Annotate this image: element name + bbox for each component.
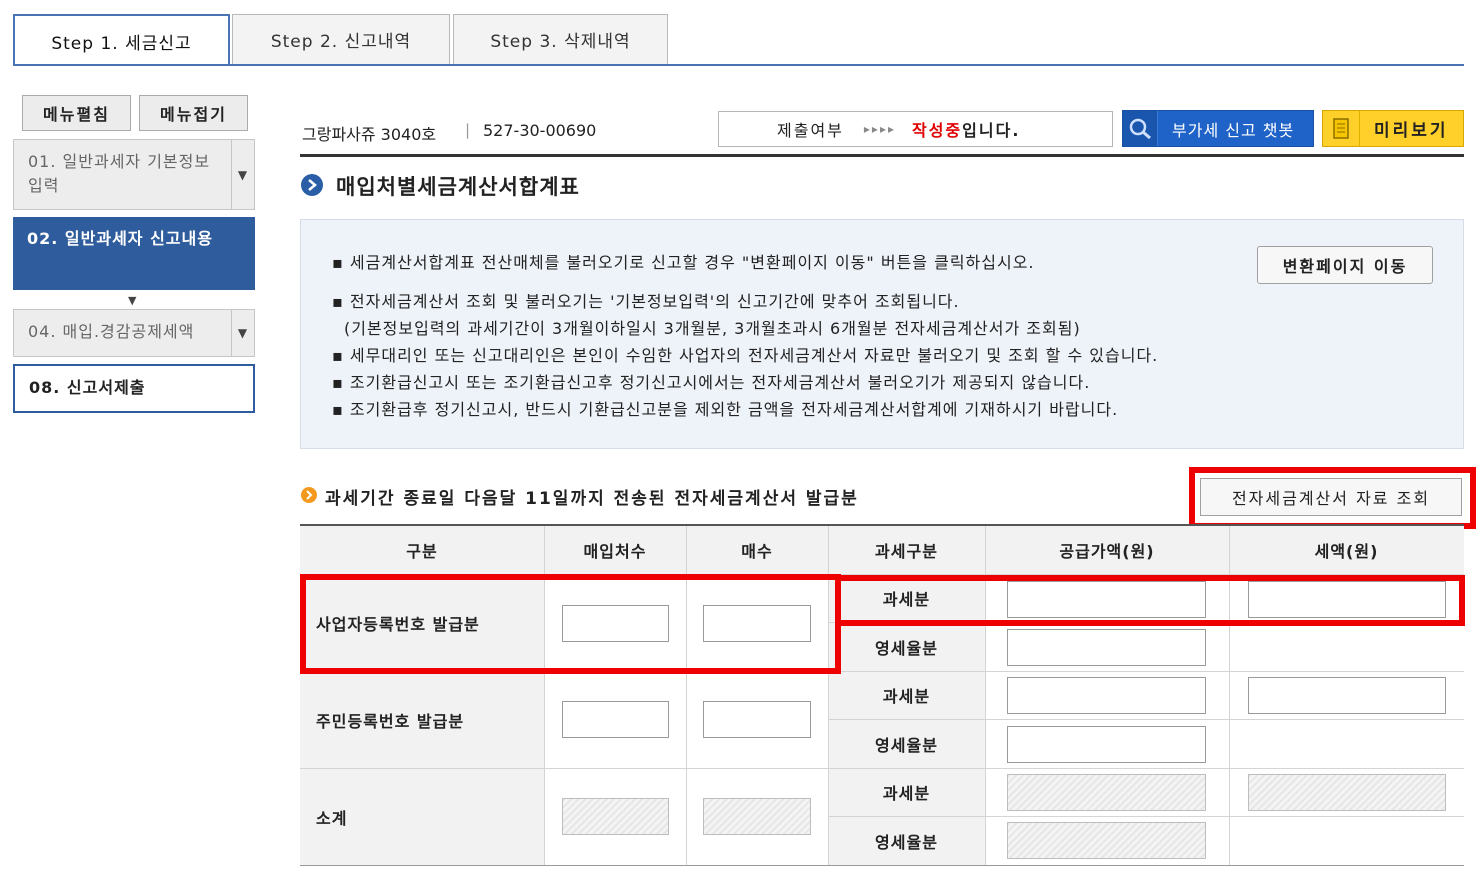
- sidebar-item-label: 04. 매입.경감공제세액: [28, 322, 195, 341]
- arrow-down-icon: ▼: [128, 294, 137, 307]
- vendor-count-input[interactable]: [562, 701, 669, 738]
- submission-status: 제출여부 ▸▸▸▸ 작성중 입니다.: [718, 111, 1113, 147]
- chatbot-icon: [1123, 111, 1158, 146]
- sidebar-item-label: 01. 일반과세자 기본정보 입력: [28, 152, 211, 195]
- chatbot-label: 부가세 신고 챗봇: [1172, 120, 1295, 140]
- sidebar-item-report-content[interactable]: 02. 일반과세자 신고내용: [13, 217, 255, 290]
- menu-collapse-button[interactable]: 메뉴접기: [139, 95, 248, 131]
- vendor-count-subtotal: [562, 798, 669, 835]
- grid-line: [300, 768, 1464, 769]
- highlight-lookup: [1189, 467, 1476, 529]
- sidebar-item-label: 02. 일반과세자 신고내용: [27, 229, 213, 248]
- row-label-resident-reg: 주민등록번호 발급분: [300, 671, 544, 768]
- row-label-subtotal: 소계: [300, 768, 544, 865]
- col-header-vendor-count: 매입처수: [544, 526, 686, 574]
- notice-line: ▪ 세무대리인 또는 신고대리인은 본인이 수임한 사업자의 전자세금계산서 자…: [332, 346, 1159, 365]
- sidebar-item-basic-info[interactable]: 01. 일반과세자 기본정보 입력 ▼: [13, 139, 255, 210]
- convert-page-button[interactable]: 변환페이지 이동: [1257, 246, 1433, 284]
- tab-step3[interactable]: Step 3. 삭제내역: [453, 14, 668, 64]
- sheet-count-subtotal: [703, 798, 811, 835]
- sidebar-item-label: 08. 신고서제출: [29, 378, 146, 397]
- menu-expand-button[interactable]: 메뉴펼침: [22, 95, 131, 131]
- header-separator: |: [465, 121, 471, 139]
- preview-label: 미리보기: [1374, 121, 1449, 141]
- notice-box: ▪ 세금계산서합계표 전산매체를 불러오기로 신고할 경우 "변환페이지 이동"…: [300, 219, 1464, 449]
- supply-amount-subtotal: [1007, 822, 1206, 859]
- notice-line: ▪ 전자세금계산서 조회 및 불러오기는 '기본정보입력'의 신고기간에 맞추어…: [332, 292, 960, 311]
- col-header-tax-amount: 세액(원): [1229, 526, 1464, 574]
- tax-type-zero-rated: 영세율분: [828, 816, 985, 865]
- header-divider: [300, 154, 1464, 157]
- highlight-business-reg-row: [300, 574, 841, 674]
- sheet-count-input[interactable]: [703, 701, 811, 738]
- chevron-down-icon[interactable]: ▼: [231, 310, 254, 356]
- notice-line: ▪ 조기환급신고시 또는 조기환급신고후 정기신고시에서는 전자세금계산서 불러…: [332, 373, 1091, 392]
- grid-line: [828, 816, 1464, 817]
- arrow-right-icon: [300, 173, 324, 201]
- notice-line: (기본정보입력의 과세기간이 3개월이하일시 3개월분, 3개월초과시 6개월분…: [344, 319, 1081, 338]
- status-arrows: ▸▸▸▸: [863, 122, 896, 136]
- sidebar-item-submit[interactable]: 08. 신고서제출: [13, 364, 255, 413]
- col-header-supply-amount: 공급가액(원): [985, 526, 1229, 574]
- tax-type-taxable: 과세분: [828, 671, 985, 719]
- notice-line: ▪ 조기환급후 정기신고시, 반드시 기환급신고분을 제외한 금액을 전자세금계…: [332, 400, 1119, 419]
- sidebar-item-deduction[interactable]: 04. 매입.경감공제세액 ▼: [13, 309, 255, 357]
- grid-line: [828, 719, 1464, 720]
- document-icon: [1323, 111, 1360, 146]
- highlight-taxable-amounts: [835, 575, 1465, 626]
- business-number: 527-30-00690: [483, 121, 597, 140]
- status-suffix: 입니다.: [962, 121, 1021, 140]
- status-label: 제출여부: [777, 121, 844, 140]
- notice-line: ▪ 세금계산서합계표 전산매체를 불러오기로 신고할 경우 "변환페이지 이동"…: [332, 253, 1035, 272]
- grid-line: [300, 865, 1464, 866]
- tab-underline: [13, 64, 1464, 66]
- col-header-sheet-count: 매수: [686, 526, 828, 574]
- status-value: 작성중: [911, 121, 963, 140]
- col-header-category: 구분: [300, 526, 544, 574]
- supply-amount-input[interactable]: [1007, 677, 1206, 714]
- vat-chatbot-button[interactable]: 부가세 신고 챗봇: [1122, 110, 1314, 147]
- supply-amount-subtotal: [1007, 774, 1206, 811]
- supply-amount-input[interactable]: [1007, 629, 1206, 666]
- tab-step2[interactable]: Step 2. 신고내역: [232, 14, 450, 64]
- tab-step1[interactable]: Step 1. 세금신고: [13, 14, 230, 66]
- subsection-title: 과세기간 종료일 다음달 11일까지 전송된 전자세금계산서 발급분: [325, 489, 859, 509]
- col-header-tax-type: 과세구분: [828, 526, 985, 574]
- tax-type-zero-rated: 영세율분: [828, 622, 985, 671]
- supply-amount-input[interactable]: [1007, 726, 1206, 763]
- tax-amount-subtotal: [1248, 774, 1446, 811]
- orange-arrow-icon: [300, 486, 318, 508]
- tax-type-taxable: 과세분: [828, 768, 985, 816]
- chevron-down-icon[interactable]: ▼: [231, 140, 254, 209]
- company-name: 그랑파사쥬 3040호: [302, 125, 437, 144]
- preview-button[interactable]: 미리보기: [1322, 110, 1464, 147]
- tax-amount-input[interactable]: [1248, 677, 1446, 714]
- tax-type-zero-rated: 영세율분: [828, 719, 985, 768]
- section-title: 매입처별세금계산서합계표: [336, 175, 580, 199]
